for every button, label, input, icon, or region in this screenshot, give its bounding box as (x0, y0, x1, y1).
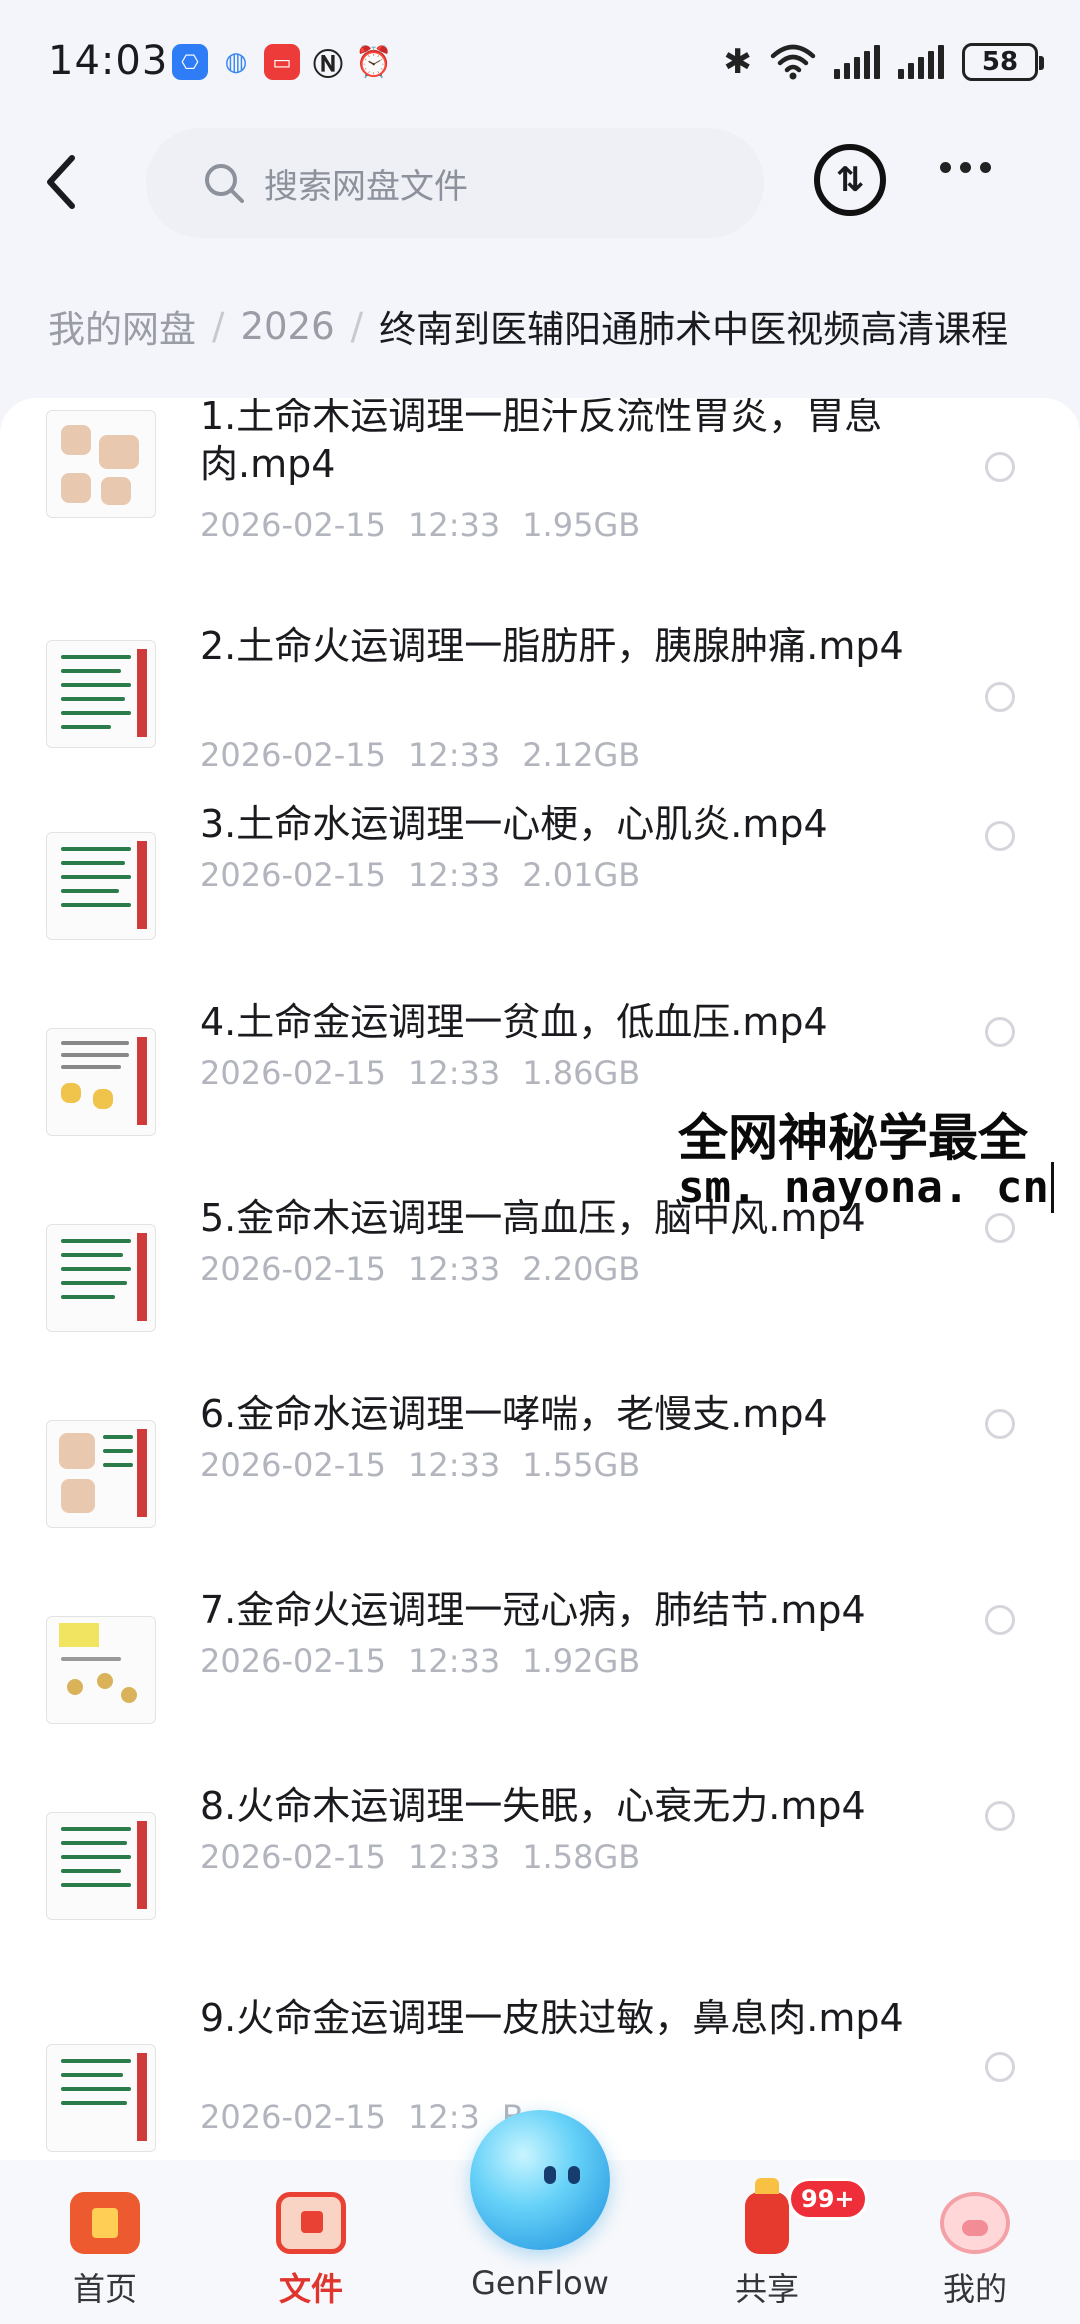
notification-icons: ⎔ ◍ ▭ Ⓝ ⏰ (172, 44, 393, 83)
genflow-icon: ◍ (224, 47, 248, 77)
bluetooth-icon: ✱ (723, 42, 753, 82)
select-radio[interactable] (985, 1213, 1015, 1243)
video-thumbnail (46, 640, 156, 748)
nav-files-label: 文件 (278, 2270, 343, 2308)
file-row[interactable]: 3.土命水运调理一心梗，心肌炎.mp4 2026-02-15 12:33 2.01G… (0, 802, 1080, 976)
video-thumbnail (46, 1812, 156, 1920)
file-list: 1.土命木运调理一胆汁反流性胃炎，胃息肉.mp4 2026-02-15 12:33… (0, 398, 1080, 2160)
alarm-icon: ⏰ (355, 44, 393, 80)
file-meta: 2026-02-15 12:33 1.86GB (200, 1054, 641, 1092)
file-meta: 2026-02-15 12:33 2.01GB (200, 856, 641, 894)
select-radio[interactable] (985, 821, 1015, 851)
watermark-title: 全网神秘学最全 (678, 1098, 1028, 1170)
header: 搜索网盘文件 ⇅ (0, 120, 1080, 250)
video-thumbnail (46, 2044, 156, 2152)
select-radio[interactable] (985, 682, 1015, 712)
video-thumbnail (46, 1224, 156, 1332)
search-input[interactable]: 搜索网盘文件 (146, 128, 764, 238)
select-radio[interactable] (985, 1409, 1015, 1439)
nav-share-label: 共享 (734, 2270, 799, 2308)
file-name: 3.土命水运调理一心梗，心肌炎.mp4 (200, 802, 828, 846)
select-radio[interactable] (985, 1017, 1015, 1047)
nav-profile-label: 我的 (942, 2270, 1007, 2308)
select-radio[interactable] (985, 2052, 1015, 2082)
file-name: 1.土命木运调理一胆汁反流性胃炎，胃息肉.mp4 (200, 398, 883, 486)
file-row[interactable]: 7.金命火运调理一冠心病，肺结节.mp4 2026-02-15 12:33 1.92… (0, 1588, 1080, 1760)
file-name: 7.金命火运调理一冠心病，肺结节.mp4 (200, 1588, 866, 1632)
app-1-icon: ⎔ (172, 44, 208, 80)
nav-genflow-label[interactable]: GenFlow (440, 2264, 640, 2302)
video-thumbnail (46, 1028, 156, 1136)
share-icon (745, 2178, 789, 2254)
status-bar: 14:03 ⎔ ◍ ▭ Ⓝ ⏰ ✱ 58 (0, 0, 1080, 130)
select-radio[interactable] (985, 1801, 1015, 1831)
file-name: 4.土命金运调理一贫血，低血压.mp4 (200, 1000, 828, 1044)
nfc-icon: Ⓝ (313, 48, 343, 83)
breadcrumb-root[interactable]: 我的网盘 (48, 299, 196, 353)
home-icon (70, 2192, 140, 2254)
search-icon (205, 164, 244, 203)
signal-icon (898, 45, 944, 79)
video-thumbnail (46, 832, 156, 940)
profile-icon (940, 2192, 1010, 2254)
nav-profile[interactable]: 我的 (900, 2160, 1050, 2324)
transfer-button[interactable]: ⇅ (814, 144, 886, 216)
file-meta: 2026-02-15 12:33 1.55GB (200, 1446, 641, 1484)
file-name: 8.火命木运调理一失眠，心衰无力.mp4 (200, 1784, 866, 1828)
file-icon (276, 2192, 346, 2254)
breadcrumb-year[interactable]: 2026 (240, 305, 334, 348)
file-row[interactable]: 8.火命木运调理一失眠，心衰无力.mp4 2026-02-15 12:33 1.58… (0, 1784, 1080, 1956)
wifi-icon (770, 44, 816, 80)
file-row[interactable]: 6.金命水运调理一哮喘，老慢支.mp4 2026-02-15 12:33 1.55G… (0, 1392, 1080, 1564)
nav-home[interactable]: 首页 (30, 2160, 180, 2324)
file-row[interactable]: 1.土命木运调理一胆汁反流性胃炎，胃息肉.mp4 2026-02-15 12:33… (0, 398, 1080, 548)
system-status-icons: ✱ 58 (723, 42, 1044, 82)
back-button[interactable] (36, 150, 96, 214)
file-row[interactable]: 5.金命木运调理一高血压，脑中风.mp4 2026-02-15 12:33 2.20… (0, 1196, 1080, 1368)
breadcrumb-separator: / (212, 304, 225, 348)
file-meta: 2026-02-15 12:33 2.20GB (200, 1250, 641, 1288)
transfer-icon: ⇅ (835, 160, 865, 200)
select-radio[interactable] (985, 1605, 1015, 1635)
video-thumbnail (46, 410, 156, 518)
select-radio[interactable] (985, 452, 1015, 482)
file-name: 9.火命金运调理一皮肤过敏，鼻息肉.mp4 (200, 1996, 904, 2040)
video-thumbnail (46, 1616, 156, 1724)
file-meta: 2026-02-15 12:33 1.92GB (200, 1642, 641, 1680)
breadcrumb-current-folder: 终南到医辅阳通肺术中医视频高清课程 (379, 308, 1009, 351)
status-time: 14:03 (48, 38, 169, 84)
file-meta: 2026-02-1512:3B (200, 2098, 524, 2136)
file-name: 6.金命水运调理一哮喘，老慢支.mp4 (200, 1392, 828, 1436)
watermark-url: sm. nayona. cn (678, 1162, 1054, 1213)
file-meta: 2026-02-15 12:33 2.12GB (200, 736, 641, 774)
nav-home-label: 首页 (72, 2270, 137, 2308)
file-name: 2.土命火运调理一脂肪肝，胰腺肿痛.mp4 (200, 624, 904, 668)
genflow-orb-icon[interactable] (470, 2110, 610, 2250)
file-meta: 2026-02-15 12:33 1.95GB (200, 506, 641, 544)
share-badge: 99+ (788, 2178, 868, 2220)
battery-level: 58 (981, 47, 1019, 77)
file-meta: 2026-02-15 12:33 1.58GB (200, 1838, 641, 1876)
file-row[interactable]: 2.土命火运调理一脂肪肝，胰腺肿痛.mp4 2026-02-15 12:33 2.1… (0, 624, 1080, 778)
video-thumbnail (46, 1420, 156, 1528)
red-app-icon: ▭ (264, 44, 300, 80)
breadcrumb-separator: / (350, 304, 364, 348)
more-options-button[interactable] (940, 162, 991, 173)
battery-icon: 58 (962, 43, 1044, 81)
nav-files[interactable]: 文件 (236, 2160, 386, 2324)
breadcrumb: 我的网盘 / 2026 / 终南到医辅阳通肺术中医视频高清课程 (48, 296, 1080, 356)
signal-icon (834, 45, 880, 79)
search-placeholder: 搜索网盘文件 (264, 166, 468, 207)
